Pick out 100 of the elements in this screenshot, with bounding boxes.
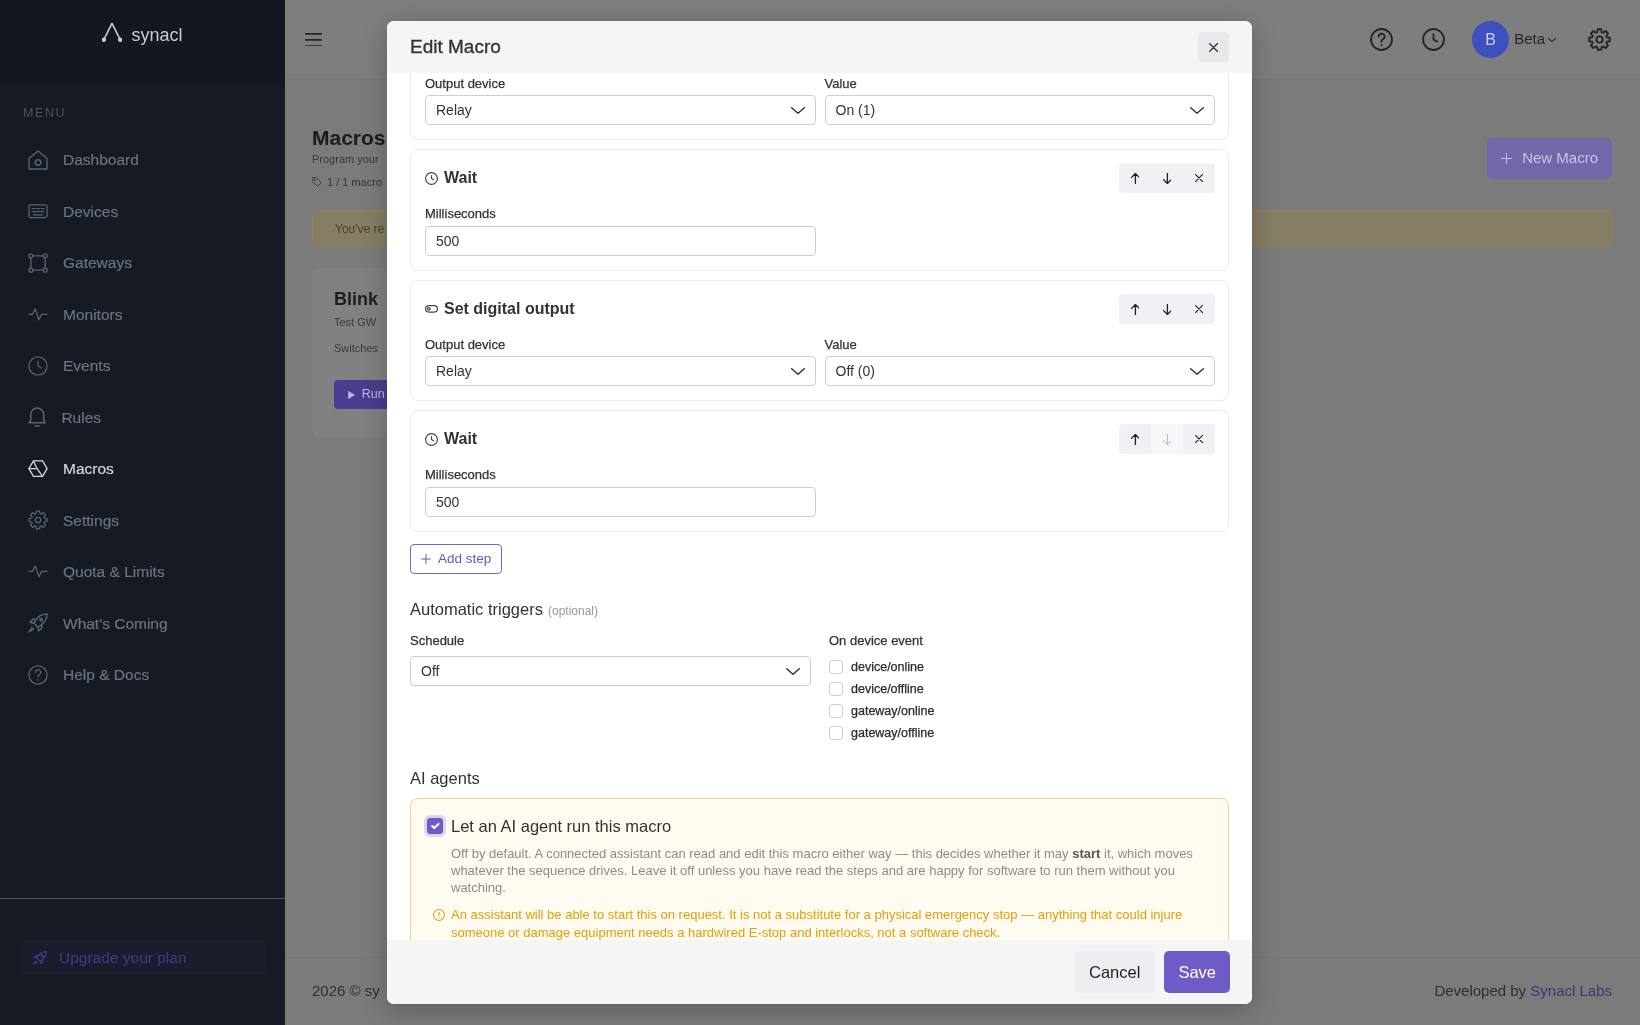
- settings-icon[interactable]: [1588, 28, 1611, 51]
- step-title: Set digital output: [444, 299, 575, 319]
- plus-icon: [1501, 153, 1513, 164]
- help-icon: [28, 664, 48, 685]
- add-step-button[interactable]: Add step: [410, 544, 503, 574]
- toggle-icon: [425, 305, 438, 313]
- ai-run-checkbox[interactable]: [427, 818, 443, 835]
- house-icon: [28, 149, 48, 170]
- event-label: device/offline: [851, 680, 924, 698]
- bell-icon: [28, 407, 47, 428]
- user-avatar[interactable]: B: [1472, 21, 1510, 58]
- arrow-up-icon: [1130, 303, 1140, 315]
- cancel-button[interactable]: Cancel: [1074, 951, 1156, 993]
- hexagon-icon: [28, 460, 48, 478]
- sidebar-item[interactable]: Help & Docs: [0, 649, 285, 701]
- step-title: Wait: [444, 429, 478, 449]
- chevron-down-icon: [786, 667, 800, 675]
- number-input[interactable]: 500: [425, 487, 816, 517]
- section-title: AI agents: [410, 768, 480, 788]
- chevron-down-icon: [790, 367, 805, 375]
- sidebar-item[interactable]: Gateways: [0, 237, 285, 289]
- menu-heading: MENU: [22, 105, 68, 121]
- select-field[interactable]: Relay: [425, 356, 816, 386]
- arrow-up-icon: [1130, 172, 1140, 184]
- select-field[interactable]: Off (0): [824, 356, 1215, 386]
- section-title: Automatic triggers: [410, 599, 543, 619]
- sidebar-item[interactable]: What's Coming: [0, 597, 285, 649]
- macro-count: 1 / 1 macro: [327, 175, 383, 189]
- event-label: gateway/offline: [851, 724, 935, 742]
- event-checkbox[interactable]: [829, 682, 843, 696]
- close-icon: [1195, 174, 1203, 182]
- close-button[interactable]: [1198, 32, 1229, 62]
- save-button[interactable]: Save: [1164, 951, 1230, 993]
- field-label: Value: [824, 76, 858, 92]
- close-icon: [1195, 435, 1203, 443]
- chevron-down-icon: [1190, 367, 1204, 375]
- chevron-down-icon: [1190, 106, 1204, 114]
- credit-link[interactable]: Synacl Labs: [1530, 982, 1612, 1000]
- clock-icon: [425, 432, 438, 446]
- close-icon: [1195, 305, 1203, 313]
- credit-text: Developed by Synacl Labs: [1434, 981, 1612, 1002]
- page-title: Macros: [312, 125, 386, 151]
- pulse-icon: [28, 565, 48, 579]
- number-input[interactable]: 500: [425, 226, 816, 256]
- sidebar-item[interactable]: Macros: [0, 443, 285, 495]
- field-label: Schedule: [410, 633, 466, 649]
- clock-icon: [425, 171, 438, 185]
- schedule-select[interactable]: Off: [410, 656, 811, 686]
- select-field[interactable]: Relay: [425, 95, 816, 125]
- logo-icon: [102, 22, 123, 42]
- arrow-down-icon: [1162, 433, 1172, 445]
- rocket-icon: [28, 613, 48, 634]
- sidebar-item[interactable]: Devices: [0, 185, 285, 237]
- user-menu-button[interactable]: Beta: [1514, 28, 1556, 51]
- nodes-square-icon: [28, 252, 48, 273]
- event-checkbox[interactable]: [829, 704, 843, 718]
- sidebar-item[interactable]: Quota & Limits: [0, 546, 285, 598]
- field-label: Output device: [425, 76, 507, 92]
- macro-title: Blink: [334, 288, 378, 310]
- arrow-down-icon: [1162, 303, 1172, 315]
- chevron-down-icon: [790, 106, 805, 114]
- dialog-title: Edit Macro: [410, 34, 501, 59]
- sidebar-item[interactable]: Events: [0, 340, 285, 392]
- step-title: Wait: [444, 168, 478, 188]
- copyright-text: 2026 © sy: [312, 981, 380, 1002]
- play-icon: [348, 390, 355, 399]
- ai-run-label: Let an AI agent run this macro: [451, 816, 672, 837]
- logo-text: synacl: [131, 24, 183, 47]
- event-checkbox[interactable]: [829, 726, 843, 740]
- close-icon: [1209, 42, 1218, 52]
- rocket-icon: [33, 950, 47, 965]
- event-label: gateway/online: [851, 702, 935, 720]
- sidebar-item[interactable]: Rules: [0, 391, 285, 443]
- caret-icon: [1548, 37, 1556, 42]
- menu-icon[interactable]: [305, 32, 322, 47]
- help-icon[interactable]: [1370, 28, 1394, 51]
- field-label: Value: [824, 337, 858, 353]
- tag-icon: [312, 177, 322, 187]
- macro-description: Switches: [334, 341, 379, 355]
- arrow-up-icon: [1130, 433, 1140, 445]
- sidebar-item[interactable]: Dashboard: [0, 134, 285, 186]
- pulse-icon: [28, 307, 48, 321]
- field-label: Milliseconds: [425, 467, 497, 483]
- exclamation-circle-icon: [433, 908, 445, 921]
- arrow-down-icon: [1162, 172, 1172, 184]
- ai-description: Off by default. A connected assistant can read and edit this macro either way — this decides whether it may start it, which moves whatever the sequence drives. Leave it off unless you have read the steps and are happy for software to run them without you watching.: [451, 844, 1194, 896]
- event-label: device/online: [851, 658, 924, 676]
- plus-icon: [421, 554, 431, 564]
- select-field[interactable]: On (1): [824, 95, 1215, 125]
- sidebar-item[interactable]: Monitors: [0, 288, 285, 340]
- field-label: Output device: [425, 337, 507, 353]
- sidebar-item[interactable]: Settings: [0, 494, 285, 546]
- new-macro-button[interactable]: New Macro: [1487, 138, 1612, 179]
- page-subtitle: Program your: [312, 152, 379, 166]
- optional-hint: (optional): [547, 603, 598, 620]
- clock-icon[interactable]: [1422, 28, 1446, 51]
- field-label: On device event: [829, 633, 924, 649]
- gateway-name: Test GW: [334, 315, 377, 329]
- board-icon: [28, 204, 48, 219]
- event-checkbox[interactable]: [829, 660, 843, 674]
